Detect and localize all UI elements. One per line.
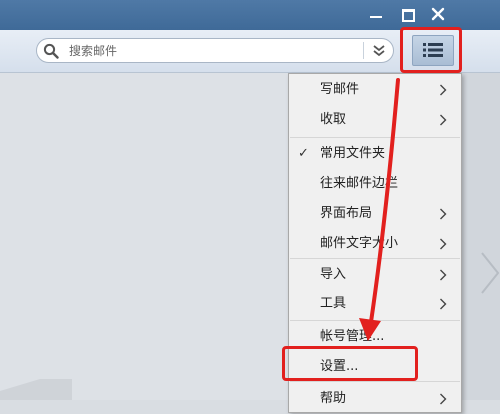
chevron-right-icon — [440, 114, 447, 126]
chevron-right-icon — [440, 298, 447, 310]
menu-item-label: 界面布局 — [320, 206, 373, 221]
menu-item-settings[interactable]: 设置... — [289, 352, 461, 382]
list-menu-icon — [423, 43, 443, 57]
chevron-right-icon — [440, 269, 447, 281]
title-bar — [0, 0, 500, 30]
logo-watermark — [0, 379, 72, 400]
main-menu-button[interactable] — [412, 35, 454, 66]
toolbar — [0, 30, 500, 73]
search-icon — [43, 43, 59, 59]
menu-separator — [290, 320, 460, 321]
menu-item-compose[interactable]: 写邮件 — [289, 75, 461, 105]
menu-item-correspondence-sidebar[interactable]: 往来邮件边栏 — [289, 169, 461, 199]
menu-separator — [290, 137, 460, 138]
search-input[interactable] — [69, 42, 359, 59]
menu-item-label: 导入 — [320, 267, 347, 282]
search-separator — [363, 42, 364, 59]
menu-item-import[interactable]: 导入 — [289, 260, 461, 290]
chevron-right-icon — [481, 252, 500, 294]
chevron-right-icon — [440, 84, 447, 96]
double-chevron-down-icon[interactable] — [371, 44, 387, 58]
check-icon: ✓ — [298, 146, 309, 161]
menu-item-label: 常用文件夹 — [320, 146, 386, 161]
main-menu-dropdown: 写邮件 收取 ✓ 常用文件夹 往来邮件边栏 界面布局 邮件文字大小 导入 工具 … — [288, 73, 462, 413]
menu-item-label: 帮助 — [320, 391, 347, 406]
menu-separator — [290, 381, 460, 382]
menu-item-receive[interactable]: 收取 — [289, 105, 461, 135]
menu-item-label: 设置... — [320, 359, 359, 374]
content-area — [0, 73, 290, 400]
right-panel-edge — [462, 73, 500, 400]
menu-item-account-management[interactable]: 帐号管理... — [289, 322, 461, 352]
menu-item-tools[interactable]: 工具 — [289, 289, 461, 319]
menu-item-label: 收取 — [320, 112, 347, 127]
menu-item-help[interactable]: 帮助 — [289, 384, 461, 414]
chevron-right-icon — [440, 208, 447, 220]
menu-item-layout[interactable]: 界面布局 — [289, 199, 461, 229]
menu-item-label: 邮件文字大小 — [320, 236, 399, 251]
menu-item-label: 工具 — [320, 296, 347, 311]
menu-item-label: 帐号管理... — [320, 329, 385, 344]
chevron-right-icon — [440, 238, 447, 250]
menu-item-font-size[interactable]: 邮件文字大小 — [289, 229, 461, 259]
menu-item-label: 写邮件 — [320, 82, 360, 97]
close-button[interactable] — [426, 3, 450, 25]
minimize-button[interactable] — [364, 3, 388, 25]
chevron-right-icon — [440, 393, 447, 405]
search-box[interactable] — [36, 38, 394, 63]
menu-item-label: 往来邮件边栏 — [320, 176, 399, 191]
menu-separator — [290, 258, 460, 259]
close-icon — [431, 7, 445, 21]
maximize-button[interactable] — [396, 3, 420, 25]
menu-item-common-folders[interactable]: ✓ 常用文件夹 — [289, 139, 461, 169]
